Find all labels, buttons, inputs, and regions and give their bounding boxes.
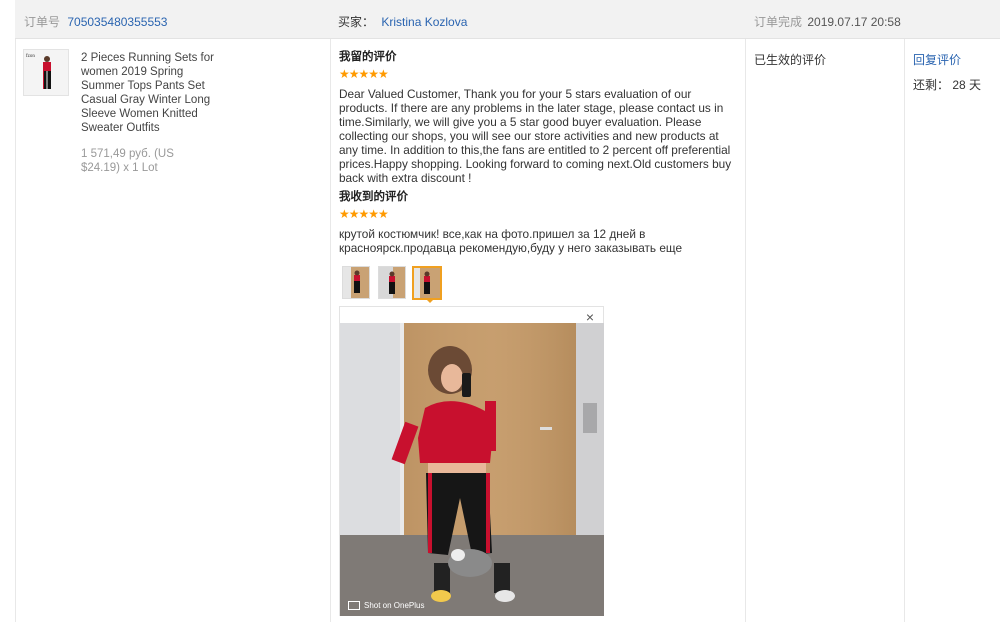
product-thumbnail[interactable]: fzon <box>23 49 69 96</box>
photo-icon <box>414 268 440 298</box>
photo-icon <box>379 267 405 298</box>
buyer-name-link[interactable]: Kristina Kozlova <box>381 15 467 29</box>
review-photo-thumb[interactable] <box>378 266 406 299</box>
action-column: 回复评价 还剩： 28 天 <box>913 51 981 93</box>
photo-icon <box>343 267 369 298</box>
product-title[interactable]: 2 Pieces Running Sets for women 2019 Spr… <box>81 51 221 135</box>
watermark-text: Shot on OnePlus <box>364 601 425 610</box>
review-photo-image <box>340 323 604 616</box>
review-status: 已生效的评价 <box>754 51 826 68</box>
received-review-title: 我收到的评价 <box>339 191 408 203</box>
my-review-text: Dear Valued Customer, Thank you for your… <box>339 87 732 185</box>
my-review-block: 我留的评价 ★★★★★ Dear Valued Customer, Thank … <box>339 49 735 189</box>
camera-icon <box>348 601 360 610</box>
column-divider <box>330 39 331 622</box>
my-review-stars: ★★★★★ <box>339 67 389 81</box>
completed-time: 2019.07.17 20:58 <box>807 15 901 29</box>
left-border <box>15 39 16 622</box>
remaining-days: 还剩： 28 天 <box>913 78 982 92</box>
product-image-icon: fzon <box>24 50 68 95</box>
review-photo: Shot on OnePlus <box>340 323 604 616</box>
buyer-cell: 买家： Kristina Kozlova <box>338 13 467 30</box>
photo-viewer: × Shot on OnePlus <box>339 306 604 616</box>
selected-indicator-icon <box>425 298 435 303</box>
received-review-block: 我收到的评价 ★★★★★ крутой костюмчик! все,как н… <box>339 189 735 255</box>
review-status-text: 已生效的评价 <box>754 53 827 67</box>
svg-text:fzon: fzon <box>26 54 35 59</box>
review-column: 我留的评价 ★★★★★ Dear Valued Customer, Thank … <box>339 49 735 255</box>
completed-cell: 订单完成 2019.07.17 20:58 <box>754 13 901 30</box>
reply-review-link[interactable]: 回复评价 <box>913 53 961 67</box>
order-review-page: 订单号 705035480355553 买家： Kristina Kozlova… <box>0 0 1000 622</box>
product-price: 1 571,49 руб. (US $24.19) x 1 Lot <box>81 148 174 174</box>
order-number-cell: 订单号 705035480355553 <box>24 13 167 30</box>
column-divider <box>904 39 905 622</box>
review-photo-thumb-selected[interactable] <box>412 266 442 300</box>
buyer-label: 买家： <box>338 15 375 29</box>
received-review-stars: ★★★★★ <box>339 207 389 221</box>
order-number-label: 订单号 <box>24 15 61 29</box>
column-divider <box>745 39 746 622</box>
order-header-row: 订单号 705035480355553 买家： Kristina Kozlova… <box>15 0 1000 39</box>
my-review-title: 我留的评价 <box>339 51 397 63</box>
received-review-text: крутой костюмчик! все,как на фото.пришел… <box>339 227 683 255</box>
completed-label: 订单完成 <box>754 15 803 29</box>
photo-watermark: Shot on OnePlus <box>348 601 424 610</box>
review-photo-thumb[interactable] <box>342 266 370 299</box>
order-number-link[interactable]: 705035480355553 <box>67 15 167 29</box>
